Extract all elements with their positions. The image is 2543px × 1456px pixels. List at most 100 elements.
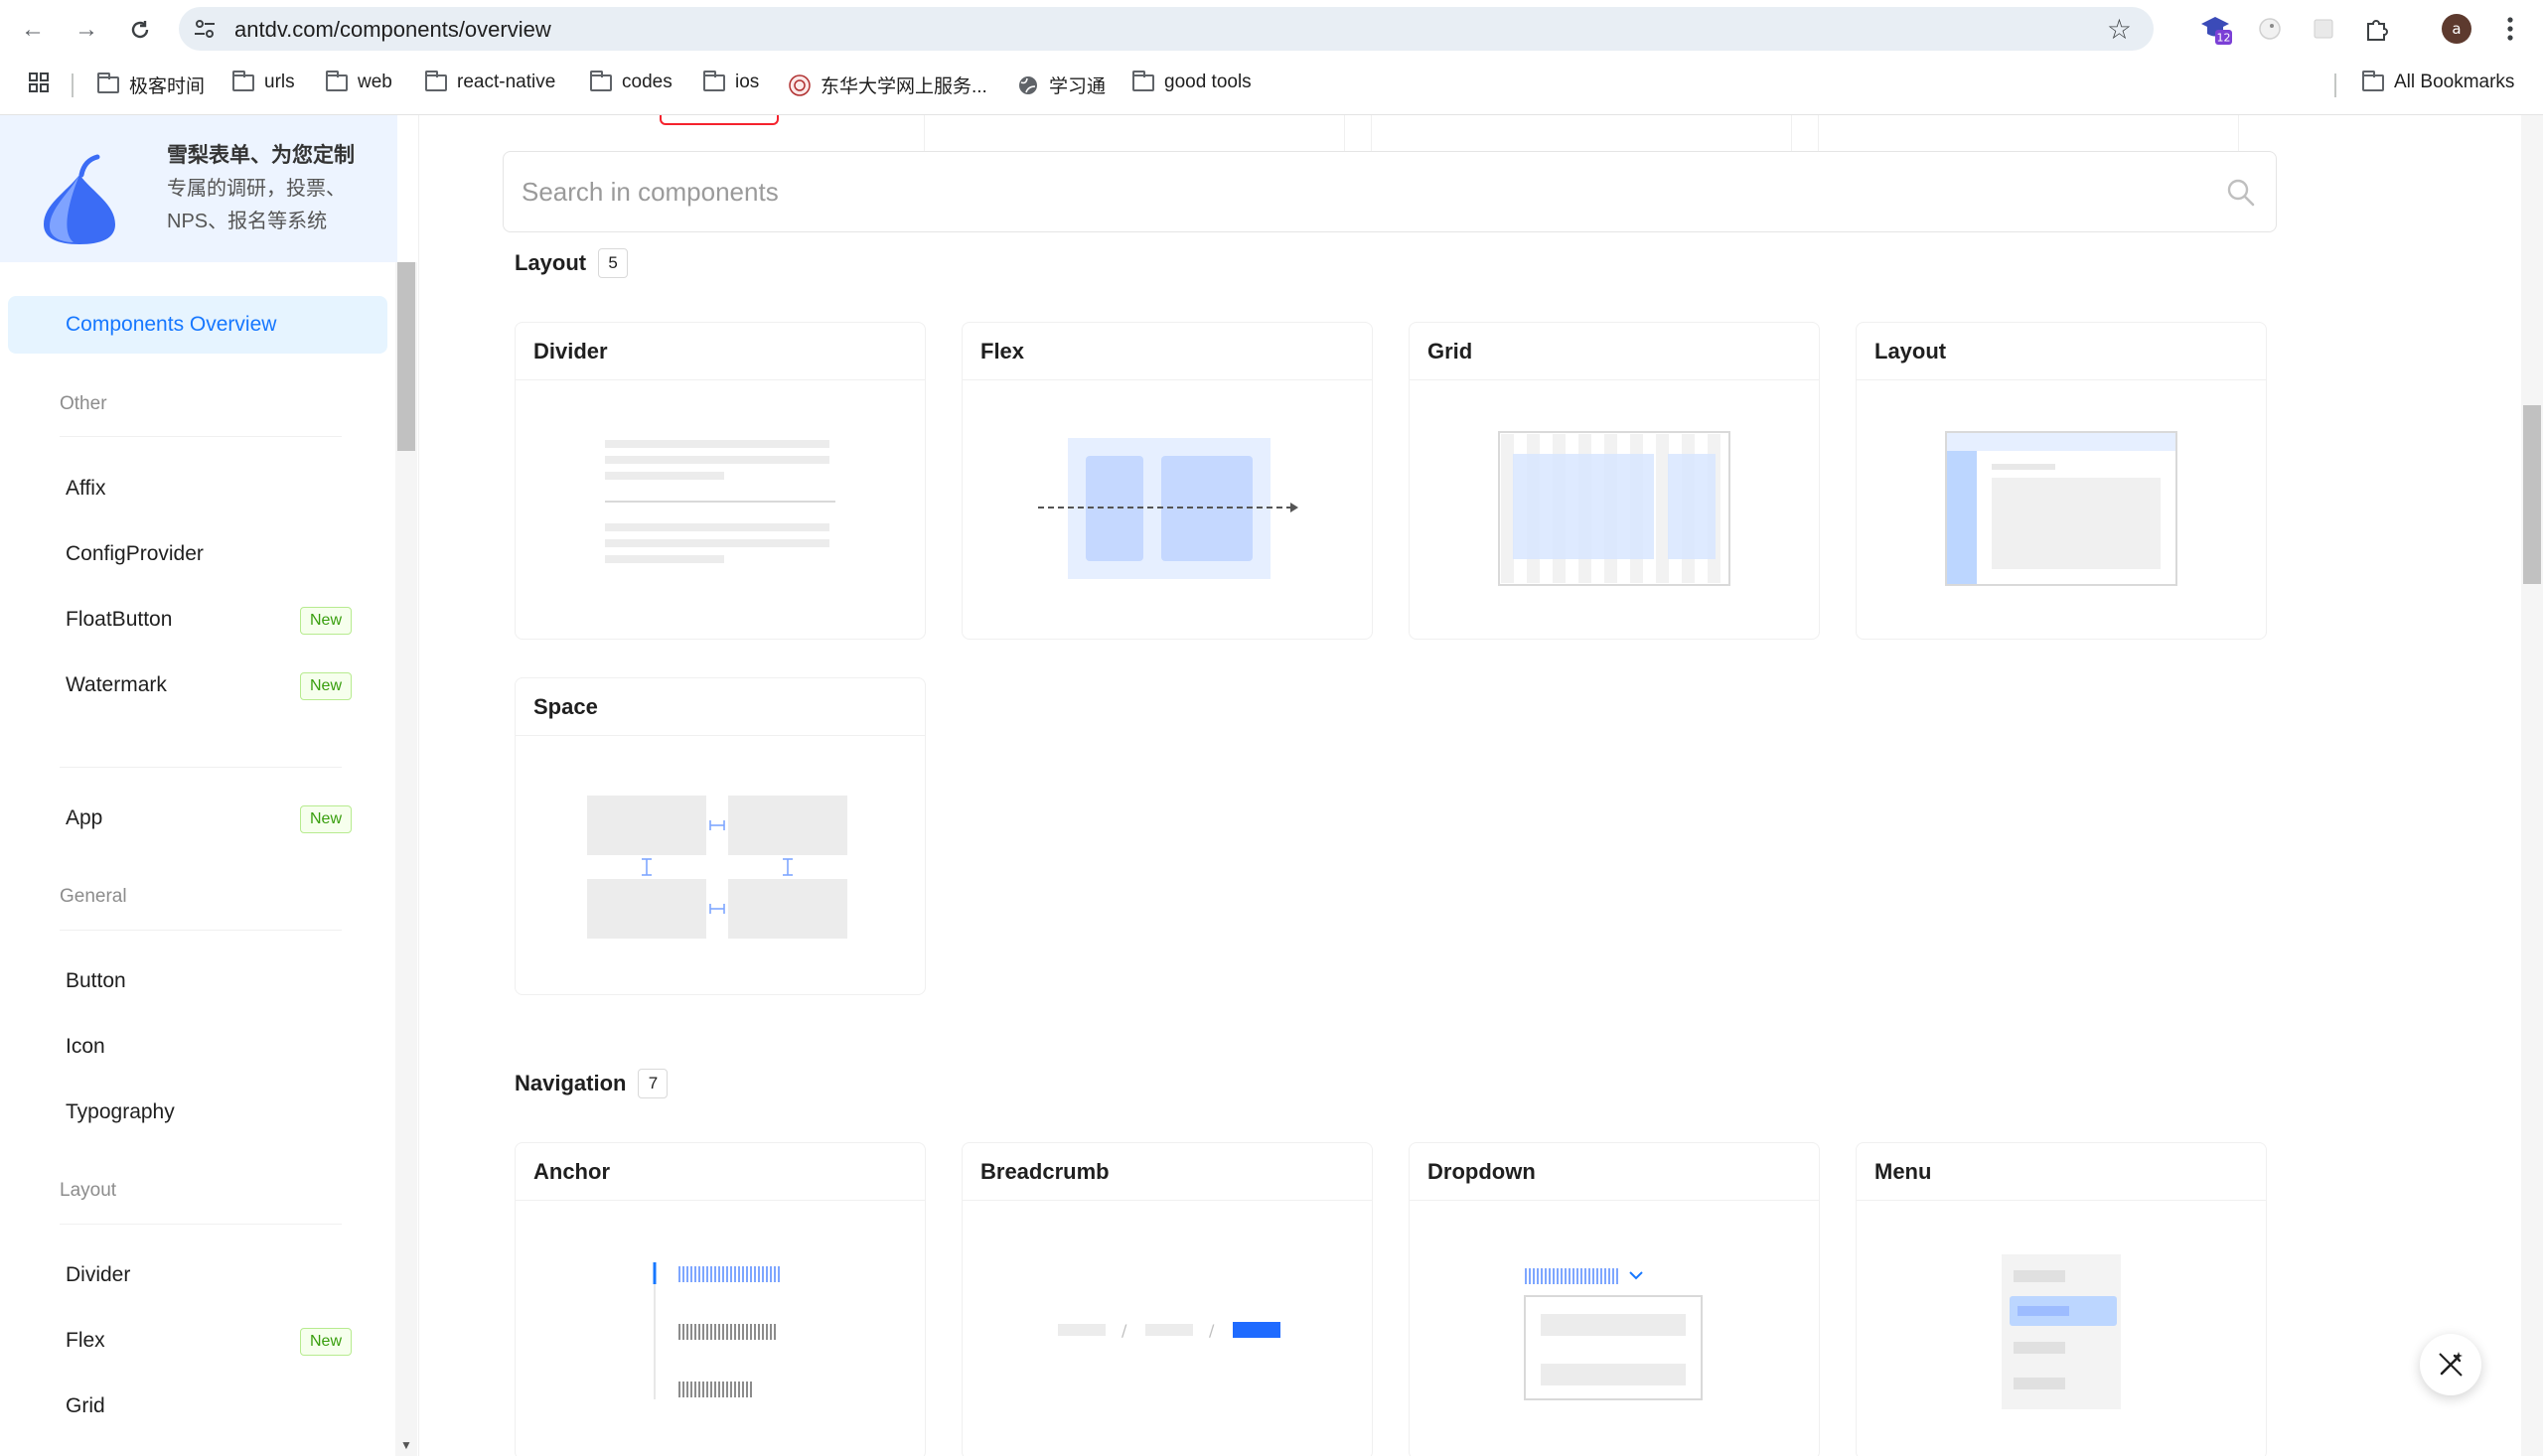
bookmarks-separator (72, 73, 74, 97)
sidebar-item-label: Affix (66, 477, 106, 500)
extensions-puzzle-icon[interactable] (2360, 12, 2394, 46)
sidebar: 雪梨表单、为您定制 专属的调研，投票、NPS、报名等系统 Components … (0, 115, 419, 1456)
sidebar-item-floatbutton[interactable]: FloatButton New (8, 591, 387, 649)
bookmark-label: web (358, 72, 392, 92)
section-count: 5 (598, 248, 629, 278)
component-card-dropdown[interactable]: Dropdown (1409, 1142, 1820, 1456)
reload-icon[interactable] (123, 13, 157, 47)
new-badge: New (299, 672, 352, 700)
page-scrollbar-thumb[interactable] (2523, 405, 2541, 584)
bookmark-label: 东华大学网上服务... (821, 76, 987, 97)
magic-wand-icon (2439, 1352, 2463, 1377)
component-card-flex[interactable]: Flex (962, 322, 1373, 640)
anchor-illustration (653, 1262, 782, 1399)
menu-illustration (2002, 1254, 2121, 1409)
flex-illustration (1038, 438, 1298, 579)
page-scrollbar[interactable] (2521, 115, 2543, 1456)
apps-grid-icon[interactable] (28, 72, 50, 93)
card-remnant (1818, 115, 2239, 155)
sidebar-scrollbar[interactable]: ▼ (395, 262, 417, 1456)
component-search[interactable] (503, 151, 2277, 232)
component-card-layout[interactable]: Layout (1856, 322, 2267, 640)
browser-menu-icon[interactable] (2493, 12, 2527, 46)
card-title: Menu (1857, 1143, 2266, 1201)
svg-text:/: / (1122, 1321, 1127, 1340)
back-icon[interactable]: ← (16, 13, 50, 47)
search-input[interactable] (522, 170, 2170, 214)
component-card-anchor[interactable]: Anchor (515, 1142, 926, 1456)
all-bookmarks[interactable]: All Bookmarks (2362, 70, 2514, 93)
sidebar-item-components-overview[interactable]: Components Overview (8, 296, 387, 354)
sidebar-item-label: Grid (66, 1394, 105, 1417)
site-settings-icon[interactable] (193, 17, 217, 41)
sidebar-item-flex[interactable]: Flex New (8, 1312, 387, 1370)
sidebar-item-watermark[interactable]: Watermark New (8, 656, 387, 714)
bookmark-7[interactable]: 学习通 (1017, 72, 1106, 98)
card-title: Breadcrumb (963, 1143, 1372, 1201)
bookmark-5[interactable]: ios (703, 70, 760, 93)
breadcrumb-illustration: / / (1058, 1321, 1280, 1340)
bookmark-star-icon[interactable]: ☆ (2107, 13, 2132, 46)
folder-icon (590, 70, 612, 91)
grid-illustration (1498, 431, 1730, 586)
sidebar-item-divider[interactable]: Divider (8, 1246, 387, 1304)
card-title: Flex (963, 323, 1372, 380)
scroll-down-arrow-icon[interactable]: ▼ (400, 1438, 412, 1452)
extension-dots-icon[interactable] (2253, 12, 2287, 46)
folder-icon (425, 70, 447, 91)
bookmark-4[interactable]: codes (590, 70, 673, 93)
sidebar-item-configprovider[interactable]: ConfigProvider (8, 525, 387, 583)
component-card-divider[interactable]: Divider (515, 322, 926, 640)
folder-icon (1132, 70, 1154, 91)
group-title-general: General (60, 886, 127, 907)
new-badge: New (299, 607, 352, 635)
bookmark-8[interactable]: good tools (1132, 70, 1252, 93)
dropdown-illustration (1524, 1268, 1703, 1400)
sidebar-item-typography[interactable]: Typography (8, 1084, 387, 1141)
sidebar-item-icon[interactable]: Icon (8, 1018, 387, 1076)
section-title-text: Layout (515, 250, 587, 275)
sidebar-item-affix[interactable]: Affix (8, 460, 387, 517)
globe-icon (1019, 75, 1037, 94)
sidebar-scrollbar-thumb[interactable] (397, 262, 415, 451)
layout-illustration (1945, 431, 2177, 586)
component-card-breadcrumb[interactable]: Breadcrumb / / (962, 1142, 1373, 1456)
promo-title: 雪梨表单、为您定制 (167, 144, 355, 167)
sidebar-item-label: Button (66, 969, 126, 992)
section-count: 7 (638, 1069, 669, 1098)
sidebar-item-label: Flex (66, 1329, 105, 1352)
url-text[interactable]: antdv.com/components/overview (234, 17, 551, 43)
card-remnant-red (660, 115, 779, 125)
component-card-grid[interactable]: Grid (1409, 322, 1820, 640)
extension-blank-icon[interactable] (2307, 12, 2340, 46)
search-icon[interactable] (2224, 176, 2258, 210)
bookmark-label: ios (735, 72, 760, 92)
sidebar-item-label: App (66, 806, 103, 829)
bookmark-3[interactable]: react-native (425, 70, 555, 93)
bookmark-0[interactable]: 极客时间 (97, 72, 205, 98)
sidebar-item-button[interactable]: Button (8, 952, 387, 1010)
new-badge: New (299, 805, 352, 833)
sidebar-item-grid[interactable]: Grid (8, 1378, 387, 1435)
bookmark-2[interactable]: web (326, 70, 392, 93)
bookmark-6[interactable]: 东华大学网上服务... (789, 72, 987, 98)
card-title: Layout (1857, 323, 2266, 380)
promo-banner[interactable]: 雪梨表单、为您定制 专属的调研，投票、NPS、报名等系统 (0, 115, 397, 262)
address-bar[interactable]: antdv.com/components/overview ☆ (179, 7, 2154, 51)
folder-icon (97, 73, 119, 93)
profile-avatar[interactable]: a (2440, 12, 2473, 46)
svg-text:/: / (1209, 1321, 1215, 1340)
component-card-menu[interactable]: Menu (1856, 1142, 2267, 1456)
bookmark-label: codes (622, 72, 673, 92)
theme-float-button[interactable] (2420, 1334, 2481, 1395)
folder-icon (232, 70, 254, 91)
bookmark-1[interactable]: urls (232, 70, 295, 93)
component-card-space[interactable]: Space (515, 677, 926, 995)
card-title: Grid (1410, 323, 1819, 380)
bookmark-label: urls (264, 72, 295, 92)
bookmark-label: good tools (1164, 72, 1252, 92)
forward-icon[interactable]: → (70, 13, 103, 47)
sidebar-item-app[interactable]: App New (8, 790, 387, 847)
extension-graduation-icon[interactable]: 12 (2199, 12, 2233, 46)
main-content: Layout 5 Divider Flex Grid Layout (419, 115, 2521, 1456)
